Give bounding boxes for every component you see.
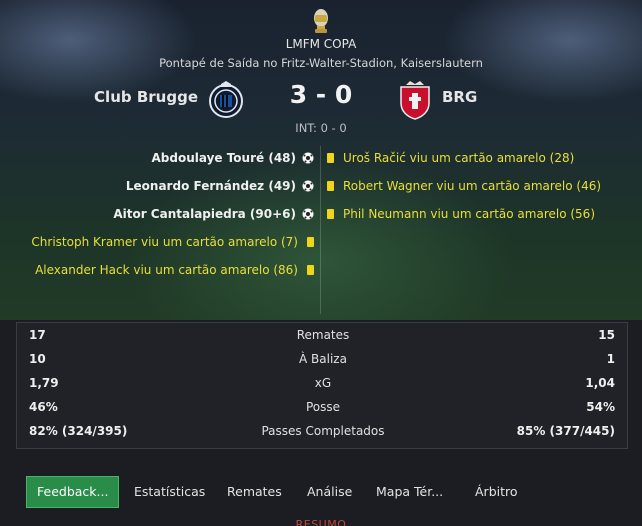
tab-heat-map[interactable]: Mapa Tér... bbox=[376, 476, 443, 508]
stat-away-value: 15 bbox=[598, 328, 615, 342]
tab-referee[interactable]: Árbitro bbox=[475, 476, 518, 508]
event-text: Christoph Kramer viu um cartão amarelo (… bbox=[31, 235, 298, 249]
stat-away-value: 54% bbox=[586, 400, 615, 414]
stat-away-value: 1 bbox=[606, 352, 615, 366]
yellow-card-icon bbox=[327, 209, 334, 219]
stat-row-on-target: 10 À Baliza 1 bbox=[17, 347, 629, 371]
event-text: Alexander Hack viu um cartão amarelo (86… bbox=[35, 263, 298, 277]
tab-shots[interactable]: Remates bbox=[227, 476, 282, 508]
away-event-card[interactable]: Uroš Račić viu um cartão amarelo (28) bbox=[327, 148, 574, 168]
stat-row-xg: 1,79 xG 1,04 bbox=[17, 371, 629, 395]
venue-text: Pontapé de Saída no Fritz-Walter-Stadion… bbox=[159, 56, 483, 70]
halftime-score: INT: 0 - 0 bbox=[295, 121, 347, 135]
stat-row-passes: 82% (324/395) Passes Completados 85% (37… bbox=[17, 419, 629, 443]
event-text: Aitor Cantalapiedra (90+6) bbox=[113, 207, 296, 221]
tab-statistics[interactable]: Estatísticas bbox=[134, 476, 205, 508]
trophy-icon bbox=[314, 9, 328, 33]
yellow-card-icon bbox=[307, 265, 314, 275]
match-header: LMFM COPA Pontapé de Saída no Fritz-Walt… bbox=[0, 0, 642, 320]
yellow-card-icon bbox=[327, 181, 334, 191]
match-score: 3 - 0 bbox=[289, 80, 353, 109]
stat-label: xG bbox=[314, 376, 332, 390]
event-text: Abdoulaye Touré (48) bbox=[151, 151, 296, 165]
stat-label: Remates bbox=[296, 328, 350, 342]
stat-away-value: 85% (377/445) bbox=[516, 424, 615, 438]
home-event-card[interactable]: Christoph Kramer viu um cartão amarelo (… bbox=[31, 232, 314, 252]
stat-label: Posse bbox=[305, 400, 341, 414]
stat-away-value: 1,04 bbox=[585, 376, 615, 390]
away-event-card[interactable]: Robert Wagner viu um cartão amarelo (46) bbox=[327, 176, 601, 196]
stat-row-possession: 46% Posse 54% bbox=[17, 395, 629, 419]
football-icon bbox=[302, 152, 314, 164]
stat-row-shots: 17 Remates 15 bbox=[17, 323, 629, 347]
event-text: Uroš Račić viu um cartão amarelo (28) bbox=[343, 151, 575, 165]
events-divider bbox=[320, 146, 321, 314]
home-event-card[interactable]: Alexander Hack viu um cartão amarelo (86… bbox=[35, 260, 314, 280]
home-event-goal[interactable]: Aitor Cantalapiedra (90+6) bbox=[113, 204, 314, 224]
yellow-card-icon bbox=[307, 237, 314, 247]
event-text: Phil Neumann viu um cartão amarelo (56) bbox=[343, 207, 595, 221]
braga-crest[interactable] bbox=[397, 80, 433, 120]
tab-analysis[interactable]: Análise bbox=[307, 476, 352, 508]
home-event-goal[interactable]: Leonardo Fernández (49) bbox=[126, 176, 314, 196]
football-icon bbox=[302, 180, 314, 192]
away-team-name[interactable]: BRG bbox=[442, 88, 477, 106]
home-event-goal[interactable]: Abdoulaye Touré (48) bbox=[151, 148, 314, 168]
event-text: Robert Wagner viu um cartão amarelo (46) bbox=[343, 179, 602, 193]
section-heading-summary: RESUMO bbox=[295, 518, 347, 526]
away-event-card[interactable]: Phil Neumann viu um cartão amarelo (56) bbox=[327, 204, 595, 224]
match-stats-panel: 17 Remates 15 10 À Baliza 1 1,79 xG 1,04… bbox=[16, 322, 628, 449]
stat-label: À Baliza bbox=[299, 352, 347, 366]
competition-name: LMFM COPA bbox=[285, 37, 357, 51]
tab-feedback[interactable]: Feedback... bbox=[26, 476, 120, 508]
football-icon bbox=[302, 208, 314, 220]
event-text: Leonardo Fernández (49) bbox=[125, 179, 296, 193]
yellow-card-icon bbox=[327, 153, 334, 163]
